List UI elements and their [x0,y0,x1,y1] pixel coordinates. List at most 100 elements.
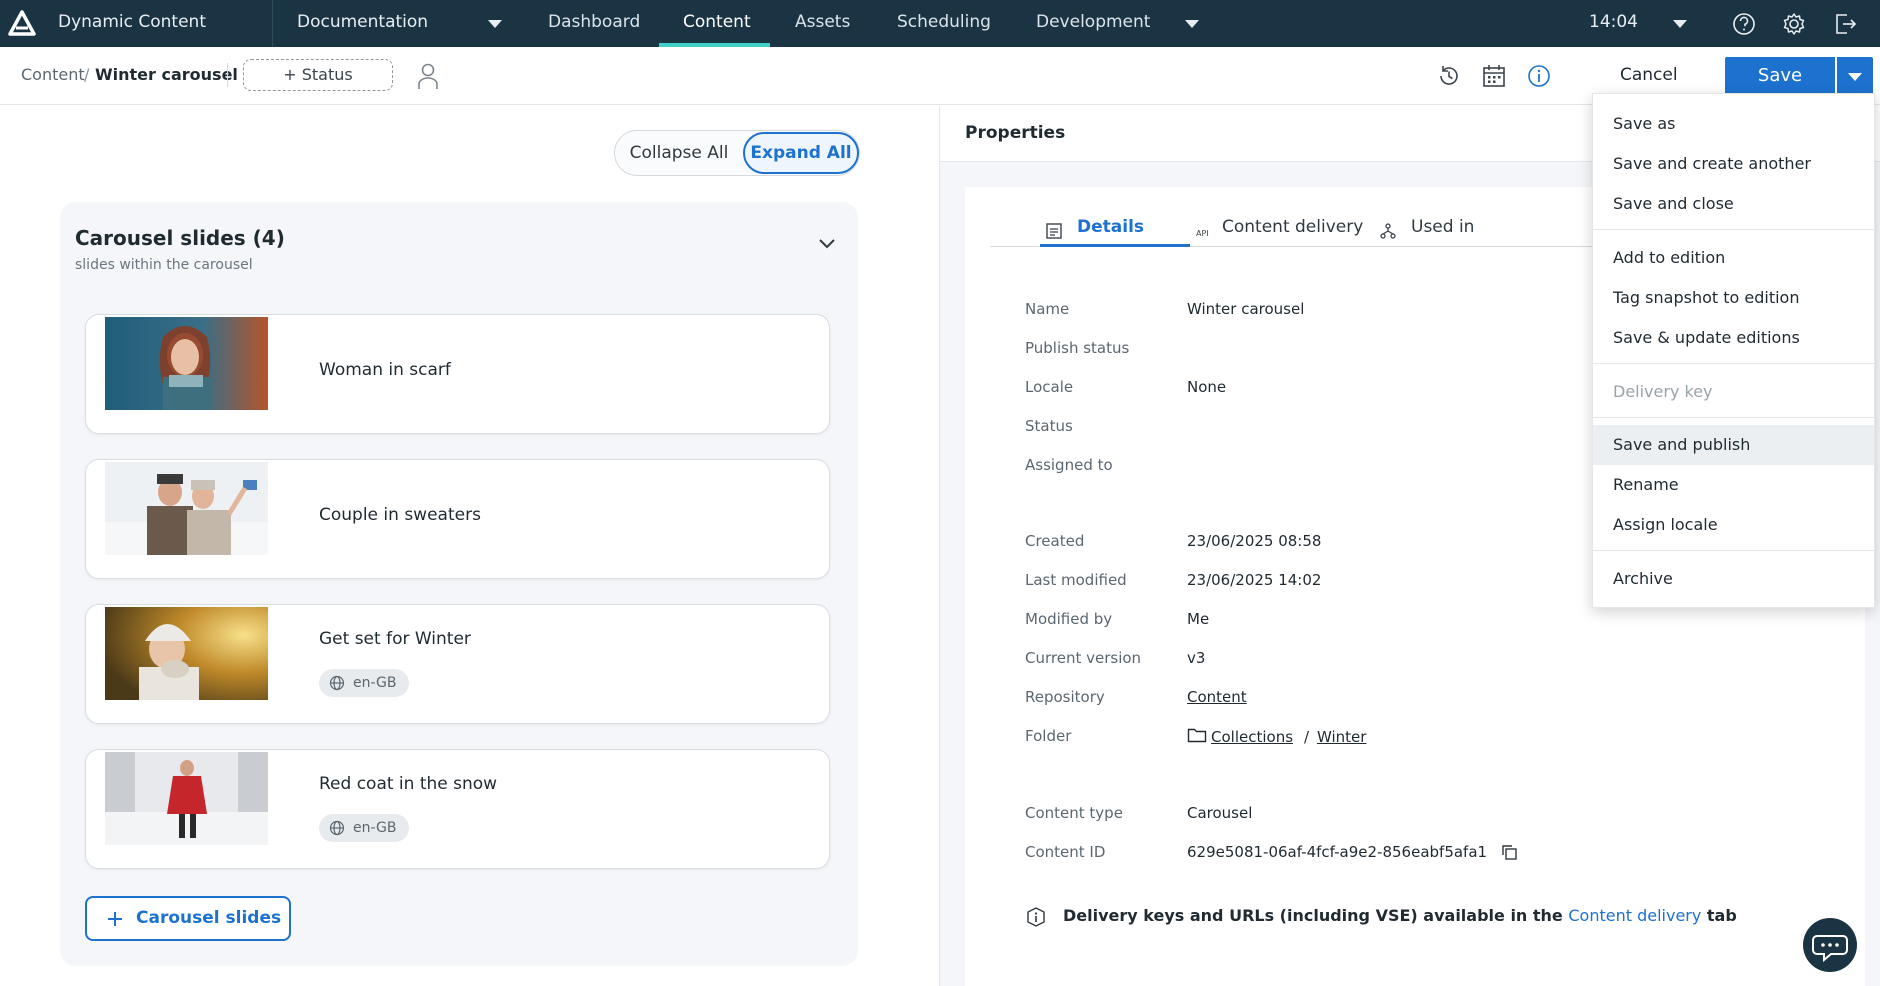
slide-thumbnail [105,752,268,845]
menu-item-rename[interactable]: Rename [1593,465,1874,505]
hub-selector[interactable]: Documentation [297,12,428,32]
folder-link-collections[interactable]: Collections [1211,728,1293,746]
globe-icon [329,675,345,691]
slide-card[interactable]: Get set for Winter en-GB [85,604,830,724]
menu-item-tag-snapshot[interactable]: Tag snapshot to edition [1593,278,1874,318]
chevron-down-icon[interactable] [1673,20,1687,28]
slide-card[interactable]: Red coat in the snow en-GB [85,749,830,869]
delivery-info-note: Delivery keys and URLs (including VSE) a… [1025,906,1737,927]
chevron-down-icon [1848,73,1862,81]
copy-icon[interactable] [1500,843,1518,861]
info-icon[interactable] [1526,63,1552,89]
panel-subtitle: slides within the carousel [75,257,253,273]
content-delivery-link[interactable]: Content delivery [1568,906,1701,925]
nav-development[interactable]: Development [1036,12,1150,32]
slide-title: Get set for Winter [319,629,471,649]
field-label: Locale [1025,378,1074,396]
locale-badge: en-GB [319,814,409,842]
field-value: 23/06/2025 14:02 [1187,571,1322,589]
nav-assets[interactable]: Assets [795,12,850,32]
folder-link-winter[interactable]: Winter [1317,728,1366,746]
slide-thumbnail [105,607,268,700]
nav-dashboard[interactable]: Dashboard [548,12,640,32]
help-icon[interactable] [1730,10,1758,38]
field-label: Name [1025,300,1070,318]
slide-title: Couple in sweaters [319,505,481,525]
cancel-button[interactable]: Cancel [1620,65,1678,85]
info-icon [1027,907,1045,927]
chevron-down-icon[interactable] [1185,20,1199,28]
menu-divider [1593,363,1874,364]
field-value: Carousel [1187,804,1253,822]
field-label: Content ID [1025,843,1106,861]
slide-card[interactable]: Woman in scarf [85,314,830,434]
locale-label: en-GB [353,820,397,836]
api-icon: API [1196,229,1209,238]
slide-card[interactable]: Couple in sweaters [85,459,830,579]
hierarchy-icon [1380,223,1396,239]
person-icon[interactable] [413,61,443,91]
repository-link[interactable]: Content [1187,688,1247,706]
menu-item-add-to-edition[interactable]: Add to edition [1593,238,1874,278]
menu-item-save-and-create-another[interactable]: Save and create another [1593,144,1874,184]
calendar-icon[interactable] [1481,63,1507,89]
breadcrumb-current: Winter carousel [95,65,238,84]
tab-details[interactable]: Details [1077,217,1144,237]
divider [272,0,273,47]
field-value: v3 [1187,649,1206,667]
info-text-end: tab [1706,906,1737,925]
menu-item-save-update-editions[interactable]: Save & update editions [1593,318,1874,358]
add-carousel-slide-button[interactable]: Carousel slides [85,896,291,941]
chevron-down-icon[interactable] [488,20,502,28]
collapse-all-button[interactable]: Collapse All [615,131,743,175]
app-name[interactable]: Dynamic Content [58,12,206,32]
locale-badge: en-GB [319,669,409,697]
menu-item-save-and-publish[interactable]: Save and publish [1593,425,1874,465]
logo-icon[interactable] [8,10,36,36]
save-options-button[interactable] [1837,57,1873,95]
chat-icon [1812,935,1848,963]
expand-all-button[interactable]: Expand All [743,132,859,174]
breadcrumb-root[interactable]: Content [21,65,85,84]
active-tab-indicator [1040,244,1190,247]
field-label: Content type [1025,804,1123,822]
history-icon[interactable] [1436,63,1462,89]
folder-separator: / [1304,728,1310,746]
nav-scheduling[interactable]: Scheduling [897,12,991,32]
divider [227,63,228,87]
tab-used-in[interactable]: Used in [1411,217,1474,237]
field-label: Created [1025,532,1085,550]
menu-item-save-as[interactable]: Save as [1593,104,1874,144]
chat-button[interactable] [1803,918,1857,972]
logout-icon[interactable] [1831,10,1859,38]
settings-icon[interactable] [1780,10,1808,38]
menu-item-delivery-key: Delivery key [1613,382,1713,401]
clock: 14:04 [1589,12,1638,32]
menu-item-archive[interactable]: Archive [1593,559,1874,599]
field-label: Repository [1025,688,1105,706]
globe-icon [329,820,345,836]
breadcrumb-separator: / [84,65,90,84]
carousel-slides-panel: Carousel slides (4) slides within the ca… [60,202,858,966]
locale-label: en-GB [353,675,397,691]
field-label: Modified by [1025,610,1113,628]
add-status-button[interactable]: + Status [243,59,393,91]
top-navigation-bar: Dynamic Content Documentation Dashboard … [0,0,1880,47]
add-button-label: Carousel slides [136,908,282,928]
menu-item-save-and-close[interactable]: Save and close [1593,184,1874,224]
content-id-value: 629e5081-06af-4fcf-a9e2-856eabf5afa1 [1187,843,1488,861]
field-value: 23/06/2025 08:58 [1187,532,1322,550]
tab-content-delivery[interactable]: Content delivery [1222,217,1363,237]
field-value: Winter carousel [1187,300,1305,318]
save-button[interactable]: Save [1725,57,1835,95]
nav-content[interactable]: Content [683,12,751,32]
field-value: Me [1187,610,1210,628]
field-label: Folder [1025,727,1072,745]
field-label: Current version [1025,649,1142,667]
collapse-expand-toggle: Collapse All Expand All [614,130,860,176]
chevron-down-icon[interactable] [816,232,838,254]
menu-item-assign-locale[interactable]: Assign locale [1593,505,1874,545]
plus-icon [108,912,122,926]
menu-divider [1593,229,1874,230]
panel-title: Carousel slides (4) [75,226,285,250]
